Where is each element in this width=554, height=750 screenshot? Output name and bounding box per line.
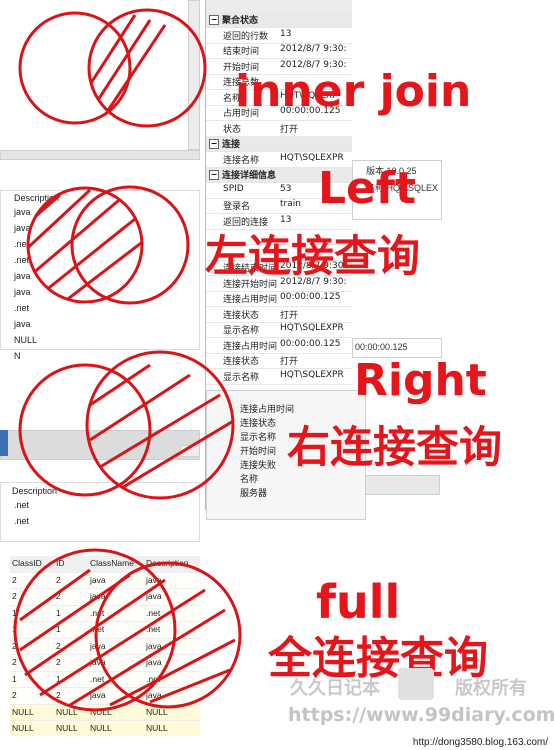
label-right-cn: 右连接查询 bbox=[287, 423, 502, 473]
inner-right-circle bbox=[87, 8, 207, 128]
inner-left-circle bbox=[18, 11, 132, 125]
inner-hatch bbox=[89, 14, 167, 126]
right-left-circle bbox=[18, 363, 152, 497]
label-right-en: Right bbox=[354, 355, 487, 406]
label-inner-join: inner join bbox=[235, 66, 472, 117]
watermark-logo bbox=[398, 668, 434, 700]
label-left-en: Left bbox=[318, 163, 417, 214]
watermark-cn-right: 版权所有 bbox=[455, 678, 527, 699]
label-full-en: full bbox=[316, 575, 401, 629]
right-right-circle bbox=[85, 350, 235, 500]
label-left-cn: 左连接查询 bbox=[205, 232, 420, 282]
left-right-circle bbox=[70, 185, 190, 305]
credit-link[interactable]: http://dong3580.blog.163.com/ bbox=[413, 737, 548, 748]
watermark-cn-left: 久久日记本 bbox=[290, 678, 380, 699]
watermark-url: https://www.99diary.com bbox=[288, 704, 554, 726]
